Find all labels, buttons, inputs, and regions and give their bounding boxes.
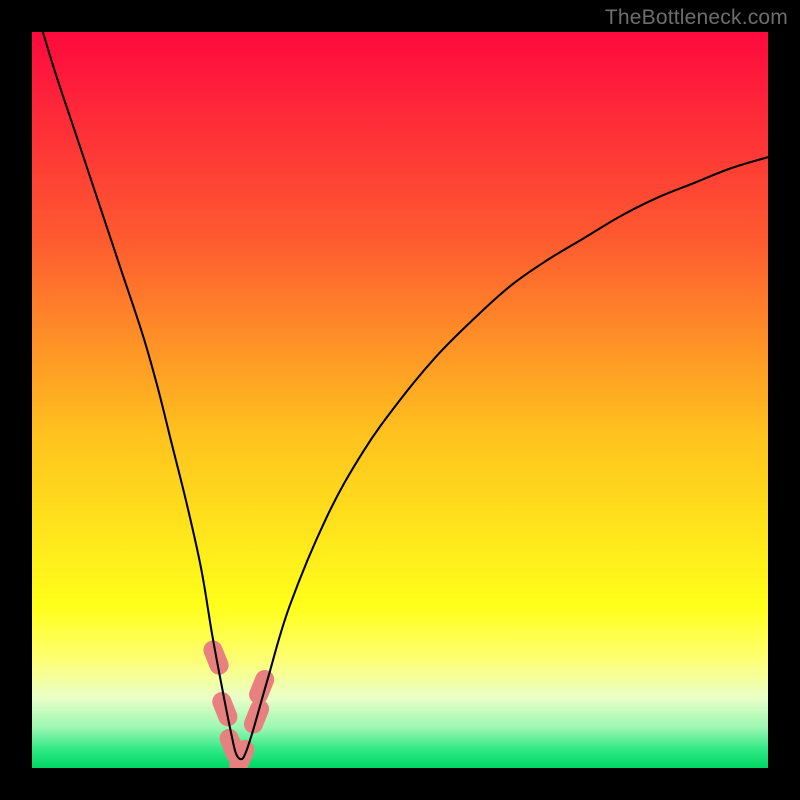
marker-group: [201, 638, 278, 768]
plot-area: [32, 32, 768, 768]
bottleneck-curve: [32, 32, 768, 759]
curve-layer: [32, 32, 768, 768]
chart-frame: TheBottleneck.com: [0, 0, 800, 800]
data-marker: [209, 689, 240, 729]
watermark-text: TheBottleneck.com: [605, 6, 788, 30]
